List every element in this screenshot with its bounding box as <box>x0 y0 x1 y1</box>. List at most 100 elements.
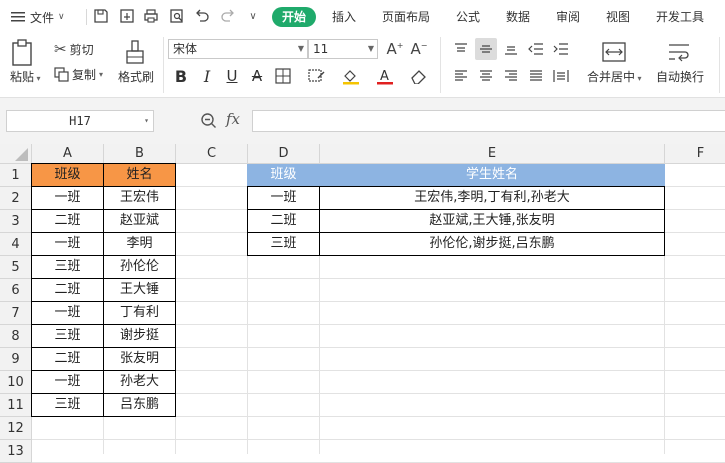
align-left-icon[interactable] <box>450 65 472 87</box>
column-header-d[interactable]: D <box>248 144 320 164</box>
redo-icon[interactable] <box>220 8 236 24</box>
cell-class-a9[interactable]: 二班 <box>31 347 104 371</box>
format-painter-button[interactable] <box>124 39 148 67</box>
borders-icon[interactable] <box>272 65 294 87</box>
export-pdf-icon[interactable] <box>119 8 135 24</box>
tab-review[interactable]: 审阅 <box>550 7 586 27</box>
tab-insert[interactable]: 插入 <box>326 7 362 27</box>
cell-name-b10[interactable]: 孙老大 <box>103 370 176 394</box>
cell-name-b6[interactable]: 王大锤 <box>103 278 176 302</box>
italic-icon[interactable]: I <box>196 65 218 87</box>
select-all-corner[interactable] <box>0 144 32 164</box>
zoom-search-icon[interactable] <box>200 112 218 133</box>
cell-name-b11[interactable]: 吕东鹏 <box>103 393 176 417</box>
column-header-f[interactable]: F <box>665 144 725 164</box>
cell-class-d3[interactable]: 二班 <box>247 209 320 233</box>
align-right-icon[interactable] <box>500 65 522 87</box>
align-center-icon[interactable] <box>475 65 497 87</box>
eraser-icon[interactable] <box>408 65 430 87</box>
fill-color-icon[interactable] <box>340 65 362 87</box>
tab-developer[interactable]: 开发工具 <box>650 7 710 27</box>
cell-name-b2[interactable]: 王宏伟 <box>103 186 176 210</box>
cell-d1-header[interactable]: 班级 <box>247 164 320 187</box>
underline-icon[interactable]: U <box>221 65 243 87</box>
cell-students-e2[interactable]: 王宏伟,李明,丁有利,孙老大 <box>319 186 665 210</box>
tab-data[interactable]: 数据 <box>500 7 536 27</box>
cell-class-a3[interactable]: 二班 <box>31 209 104 233</box>
font-color-icon[interactable]: A <box>374 65 396 87</box>
row-header-10[interactable]: 10 <box>0 371 32 394</box>
cell-class-d4[interactable]: 三班 <box>247 232 320 256</box>
tab-formulas[interactable]: 公式 <box>450 7 486 27</box>
save-icon[interactable] <box>93 8 109 24</box>
print-icon[interactable] <box>143 8 159 24</box>
font-name-select[interactable]: 宋体 ▼ <box>168 39 308 59</box>
decrease-indent-icon[interactable] <box>525 38 547 60</box>
cell-name-b9[interactable]: 张友明 <box>103 347 176 371</box>
cell-name-b3[interactable]: 赵亚斌 <box>103 209 176 233</box>
row-header-3[interactable]: 3 <box>0 210 32 233</box>
formula-input[interactable] <box>252 110 725 132</box>
name-box[interactable]: H17 ▾ <box>6 110 154 132</box>
cell-name-b8[interactable]: 谢步挺 <box>103 324 176 348</box>
quick-access-more-icon[interactable]: ∨ <box>245 8 261 24</box>
cell-a1-header[interactable]: 班级 <box>31 163 104 187</box>
cell-students-e3[interactable]: 赵亚斌,王大锤,张友明 <box>319 209 665 233</box>
cell-class-d2[interactable]: 一班 <box>247 186 320 210</box>
cell-class-a5[interactable]: 三班 <box>31 255 104 279</box>
row-header-8[interactable]: 8 <box>0 325 32 348</box>
cut-button[interactable]: ✂ 剪切 <box>54 40 94 58</box>
cell-class-a10[interactable]: 一班 <box>31 370 104 394</box>
cell-name-b4[interactable]: 李明 <box>103 232 176 256</box>
tab-page-layout[interactable]: 页面布局 <box>376 7 436 27</box>
column-header-c[interactable]: C <box>176 144 248 164</box>
cell-name-b7[interactable]: 丁有利 <box>103 301 176 325</box>
cell-b1-header[interactable]: 姓名 <box>103 163 176 187</box>
align-middle-icon[interactable] <box>475 38 497 60</box>
row-header-2[interactable]: 2 <box>0 187 32 210</box>
wrap-text-label[interactable]: 自动换行 <box>656 68 704 85</box>
align-top-icon[interactable] <box>450 38 472 60</box>
cell-e1-header[interactable]: 学生姓名 <box>319 164 665 187</box>
cell-name-b5[interactable]: 孙伦伦 <box>103 255 176 279</box>
column-header-e[interactable]: E <box>320 144 665 164</box>
row-header-6[interactable]: 6 <box>0 279 32 302</box>
row-header-9[interactable]: 9 <box>0 348 32 371</box>
font-size-select[interactable]: 11 ▼ <box>308 39 378 59</box>
row-header-11[interactable]: 11 <box>0 394 32 417</box>
cell-class-a2[interactable]: 一班 <box>31 186 104 210</box>
row-header-12[interactable]: 12 <box>0 417 32 440</box>
tab-view[interactable]: 视图 <box>600 7 636 27</box>
distributed-align-icon[interactable] <box>550 65 572 87</box>
bold-icon[interactable]: B <box>170 65 192 87</box>
print-preview-icon[interactable] <box>169 8 185 24</box>
tab-home[interactable]: 开始 <box>272 7 316 27</box>
increase-font-icon[interactable]: A+ <box>384 38 406 60</box>
justify-icon[interactable] <box>525 65 547 87</box>
row-header-5[interactable]: 5 <box>0 256 32 279</box>
row-header-7[interactable]: 7 <box>0 302 32 325</box>
file-menu[interactable]: 文件 ∨ <box>10 8 65 26</box>
cell-class-a6[interactable]: 二班 <box>31 278 104 302</box>
spreadsheet-grid[interactable]: A B C D E F 1 2 3 4 5 6 7 8 9 10 11 12 13 班级 姓名 一班 王宏伟二… <box>0 144 725 463</box>
wrap-text-icon[interactable] <box>666 41 694 63</box>
row-header-4[interactable]: 4 <box>0 233 32 256</box>
strikethrough-icon[interactable]: A <box>246 65 268 87</box>
paste-label-wrap[interactable]: 粘贴 ▾ <box>10 68 41 85</box>
row-header-1[interactable]: 1 <box>0 164 32 187</box>
align-bottom-icon[interactable] <box>500 38 522 60</box>
paste-button[interactable] <box>10 39 44 67</box>
cell-class-a4[interactable]: 一班 <box>31 232 104 256</box>
increase-indent-icon[interactable] <box>550 38 572 60</box>
column-header-a[interactable]: A <box>32 144 104 164</box>
merge-center-button[interactable]: 合并居中 ▾ <box>587 68 642 85</box>
decrease-font-icon[interactable]: A− <box>408 38 430 60</box>
cell-format-icon[interactable] <box>306 65 328 87</box>
cell-class-a7[interactable]: 一班 <box>31 301 104 325</box>
insert-function-button[interactable]: fx <box>226 110 240 128</box>
row-header-13[interactable]: 13 <box>0 440 32 463</box>
merge-center-icon[interactable] <box>601 41 629 63</box>
cell-class-a8[interactable]: 三班 <box>31 324 104 348</box>
cell-class-a11[interactable]: 三班 <box>31 393 104 417</box>
undo-icon[interactable] <box>194 8 210 24</box>
